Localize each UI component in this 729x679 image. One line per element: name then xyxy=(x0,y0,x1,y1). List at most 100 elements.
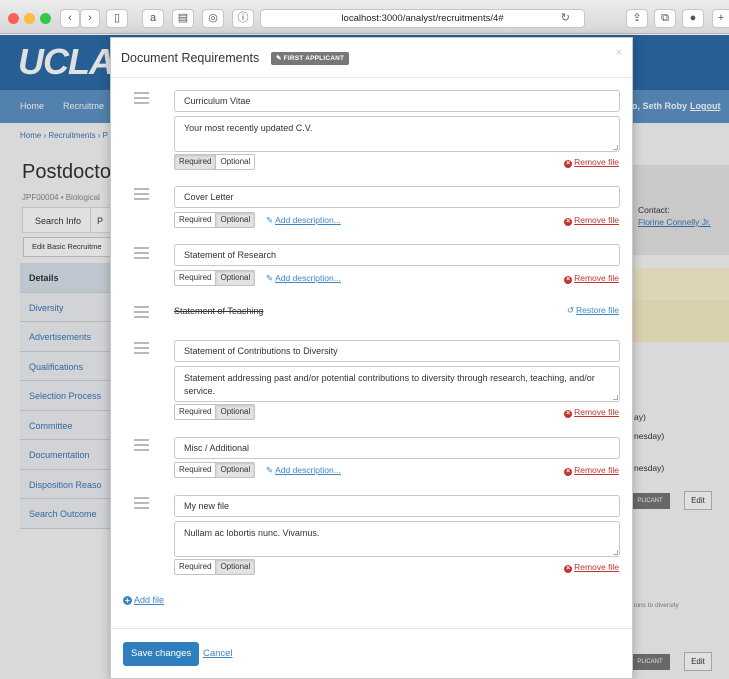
optional-button[interactable]: Optional xyxy=(215,463,255,477)
remove-file-label: Remove file xyxy=(574,273,619,283)
resize-grip-icon[interactable] xyxy=(613,145,618,150)
share-icon[interactable]: ⇪ xyxy=(626,9,648,28)
removed-document-name: Statement of Teaching xyxy=(174,306,264,316)
address-bar[interactable]: localhost:3000/analyst/recruitments/4# ↻ xyxy=(260,9,585,28)
tabs-icon[interactable]: ⧉ xyxy=(654,9,676,28)
plus-icon: + xyxy=(123,596,132,605)
required-button[interactable]: Required xyxy=(175,463,216,477)
reload-icon[interactable]: ↻ xyxy=(561,10,570,27)
modal-title: Document Requirements xyxy=(121,51,260,65)
drag-handle-icon[interactable] xyxy=(134,92,149,107)
remove-file-link[interactable]: × Remove file xyxy=(564,465,619,476)
remove-file-label: Remove file xyxy=(574,562,619,572)
drag-handle-icon[interactable] xyxy=(134,497,149,512)
bookmark-icon[interactable]: ▤ xyxy=(172,9,194,28)
privacy-icon[interactable]: ● xyxy=(682,9,704,28)
remove-icon: × xyxy=(564,468,573,476)
description-text: Nullam ac lobortis nunc. Vivamus. xyxy=(184,528,320,538)
badge-label: FIRST APPLICANT xyxy=(283,55,345,62)
remove-icon: × xyxy=(564,565,573,573)
drag-handle-icon[interactable] xyxy=(134,439,149,454)
url-text: localhost:3000/analyst/recruitments/4# xyxy=(341,13,504,24)
extension-icon[interactable]: ◎ xyxy=(202,9,224,28)
amazon-icon[interactable]: a xyxy=(142,9,164,28)
remove-icon: × xyxy=(564,218,573,226)
remove-file-label: Remove file xyxy=(574,407,619,417)
restore-file-label: Restore file xyxy=(576,305,619,315)
document-description-input[interactable]: Nullam ac lobortis nunc. Vivamus. xyxy=(174,521,620,557)
required-optional-toggle: Required Optional xyxy=(174,154,256,170)
optional-button[interactable]: Optional xyxy=(215,405,255,419)
document-name-input[interactable]: Cover Letter xyxy=(174,186,620,208)
required-optional-toggle: Required Optional xyxy=(174,559,256,575)
required-optional-toggle: Required Optional xyxy=(174,404,256,420)
required-button[interactable]: Required xyxy=(175,560,216,574)
cancel-link[interactable]: Cancel xyxy=(203,648,233,659)
drag-handle-icon[interactable] xyxy=(134,342,149,357)
document-description-input[interactable]: Your most recently updated C.V. xyxy=(174,116,620,152)
document-name-input[interactable]: My new file xyxy=(174,495,620,517)
add-description-label: Add description... xyxy=(275,273,341,283)
info-icon[interactable]: ⓘ xyxy=(232,9,254,28)
add-description-link[interactable]: ✎ Add description... xyxy=(266,465,341,476)
add-description-label: Add description... xyxy=(275,215,341,225)
document-requirements-modal: Document Requirements ✎ FIRST APPLICANT … xyxy=(110,37,633,679)
back-icon[interactable]: ‹ xyxy=(60,9,80,28)
required-button[interactable]: Required xyxy=(175,405,216,419)
drag-handle-icon[interactable] xyxy=(134,306,149,321)
remove-icon: × xyxy=(564,160,573,168)
description-text: Your most recently updated C.V. xyxy=(184,123,313,133)
restore-file-link[interactable]: ↺ Restore file xyxy=(567,305,619,316)
add-description-label: Add description... xyxy=(275,465,341,475)
new-tab-icon[interactable]: + xyxy=(712,9,729,28)
remove-file-link[interactable]: × Remove file xyxy=(564,273,619,284)
description-text: Statement addressing past and/or potenti… xyxy=(184,373,595,396)
drag-handle-icon[interactable] xyxy=(134,247,149,262)
required-optional-toggle: Required Optional xyxy=(174,270,256,286)
edit-icon: ✎ xyxy=(266,215,274,225)
document-name-input[interactable]: Curriculum Vitae xyxy=(174,90,620,112)
optional-button[interactable]: Optional xyxy=(215,560,255,574)
document-name-input[interactable]: Statement of Research xyxy=(174,244,620,266)
remove-file-link[interactable]: × Remove file xyxy=(564,562,619,573)
undo-icon: ↺ xyxy=(566,305,574,315)
close-icon[interactable]: × xyxy=(616,47,622,59)
remove-file-label: Remove file xyxy=(574,465,619,475)
pin-icon: ✎ xyxy=(276,55,284,62)
modal-header: Document Requirements ✎ FIRST APPLICANT … xyxy=(111,38,632,78)
remove-file-link[interactable]: × Remove file xyxy=(564,157,619,168)
document-name-input[interactable]: Statement of Contributions to Diversity xyxy=(174,340,620,362)
add-description-link[interactable]: ✎ Add description... xyxy=(266,215,341,226)
minimize-window-icon[interactable] xyxy=(24,13,35,24)
optional-button[interactable]: Optional xyxy=(215,271,255,285)
zoom-window-icon[interactable] xyxy=(40,13,51,24)
add-file-link[interactable]: + Add file xyxy=(123,595,164,605)
forward-icon[interactable]: › xyxy=(80,9,100,28)
drag-handle-icon[interactable] xyxy=(134,188,149,203)
required-button[interactable]: Required xyxy=(175,155,216,169)
resize-grip-icon[interactable] xyxy=(613,395,618,400)
document-description-input[interactable]: Statement addressing past and/or potenti… xyxy=(174,366,620,402)
first-applicant-badge: ✎ FIRST APPLICANT xyxy=(271,52,350,65)
sidebar-icon[interactable]: ▯ xyxy=(106,9,128,28)
resize-grip-icon[interactable] xyxy=(613,550,618,555)
required-button[interactable]: Required xyxy=(175,213,216,227)
modal-footer: Save changes Cancel xyxy=(111,628,632,679)
required-optional-toggle: Required Optional xyxy=(174,462,256,478)
browser-chrome: ‹ › ▯ a ▤ ◎ ⓘ localhost:3000/analyst/rec… xyxy=(0,0,729,34)
remove-file-link[interactable]: × Remove file xyxy=(564,407,619,418)
remove-icon: × xyxy=(564,410,573,418)
close-window-icon[interactable] xyxy=(8,13,19,24)
optional-button[interactable]: Optional xyxy=(215,213,255,227)
remove-icon: × xyxy=(564,276,573,284)
optional-button[interactable]: Optional xyxy=(215,155,255,169)
required-optional-toggle: Required Optional xyxy=(174,212,256,228)
save-changes-button[interactable]: Save changes xyxy=(123,642,200,666)
edit-icon: ✎ xyxy=(266,273,274,283)
add-description-link[interactable]: ✎ Add description... xyxy=(266,273,341,284)
remove-file-label: Remove file xyxy=(574,157,619,167)
document-name-input[interactable]: Misc / Additional xyxy=(174,437,620,459)
required-button[interactable]: Required xyxy=(175,271,216,285)
remove-file-link[interactable]: × Remove file xyxy=(564,215,619,226)
add-file-label: Add file xyxy=(134,595,165,605)
